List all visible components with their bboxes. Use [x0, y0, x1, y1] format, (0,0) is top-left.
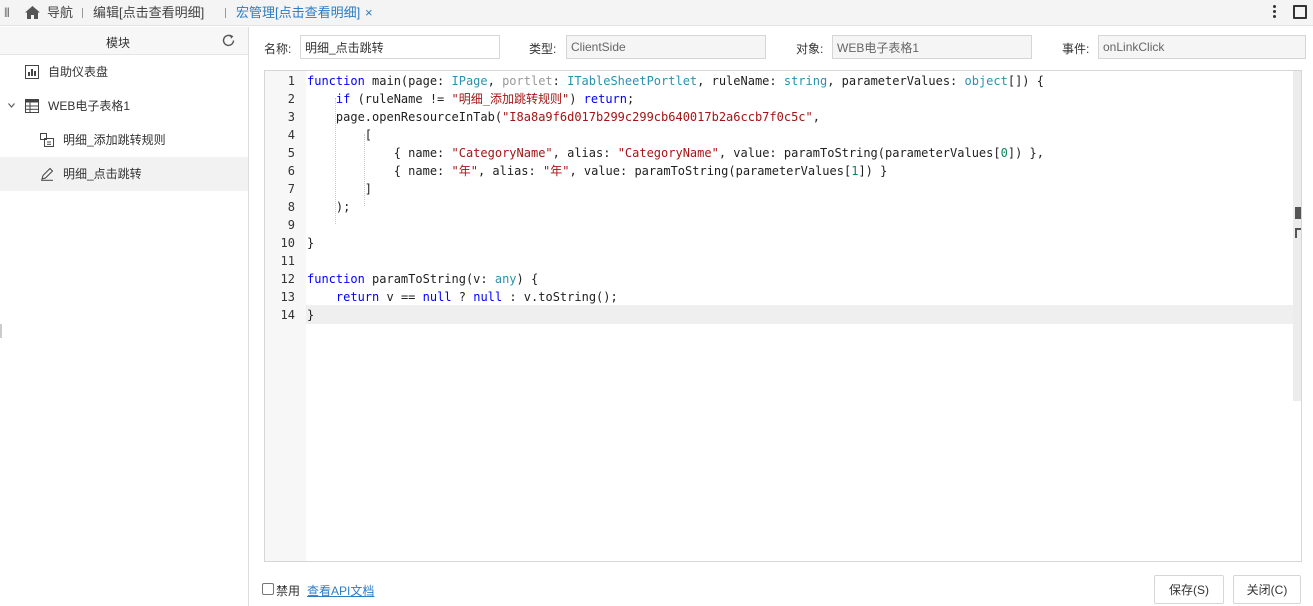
macro-edit-icon: [41, 167, 54, 181]
line-number: 6: [287, 164, 295, 178]
code-line[interactable]: }: [307, 306, 314, 324]
api-docs-link[interactable]: 查看API文档: [307, 582, 374, 599]
tree-item-label: 自助仪表盘: [48, 65, 109, 79]
line-number: 11: [280, 254, 295, 268]
tab-separator: [225, 8, 226, 18]
scrollbar-marker: [1295, 228, 1297, 238]
line-number: 8: [287, 200, 295, 214]
scrollbar-marker: [1295, 207, 1301, 219]
code-line[interactable]: }: [307, 234, 314, 252]
object-label: 对象:: [796, 42, 824, 56]
close-button[interactable]: 关闭(C): [1233, 575, 1301, 604]
tab-bar: ||| 导航 编辑[点击查看明细] 宏管理[点击查看明细] ×: [0, 0, 1313, 26]
code-editor[interactable]: 1 2 3 4 5 6 7 8 9 10 11 12 13 14 function main(page: …: [264, 70, 1302, 562]
line-number: 2: [287, 92, 295, 106]
module-sidebar: 模块 自助仪表盘 WEB电子表格1 明细_添加跳转规则 明细_点击跳转: [0, 27, 249, 606]
chevron-down-icon[interactable]: [8, 102, 15, 109]
line-number: 13: [280, 290, 295, 304]
home-icon[interactable]: [24, 5, 41, 20]
code-line[interactable]: page.openResourceInTab("I8a8a9f6d017b299…: [307, 108, 820, 126]
tree-item-dashboard[interactable]: 自助仪表盘: [0, 55, 248, 89]
code-line[interactable]: ]: [307, 180, 372, 198]
event-label: 事件:: [1062, 42, 1090, 56]
more-vertical-icon[interactable]: [1268, 4, 1280, 21]
module-icon: [40, 133, 54, 147]
name-label: 名称:: [264, 42, 292, 56]
sidebar-title: 模块: [105, 36, 130, 50]
object-field: [832, 35, 1032, 59]
line-number: 9: [287, 218, 295, 232]
tab-macro[interactable]: 宏管理[点击查看明细]: [236, 0, 360, 26]
disable-label: 禁用: [276, 584, 301, 598]
tree-item-label: 明细_添加跳转规则: [63, 133, 166, 147]
code-line[interactable]: { name: "CategoryName", alias: "Category…: [307, 144, 1044, 162]
disable-checkbox[interactable]: [262, 583, 274, 595]
maximize-icon[interactable]: [1293, 5, 1307, 19]
line-number: 1: [287, 74, 295, 88]
code-line[interactable]: [: [307, 126, 372, 144]
line-number: 5: [287, 146, 295, 160]
tree-item-add-jump-rule[interactable]: 明细_添加跳转规则: [0, 123, 248, 157]
current-line-highlight: [306, 305, 1301, 324]
line-number-gutter: 1 2 3 4 5 6 7 8 9 10 11 12 13 14: [265, 71, 306, 561]
tab-nav[interactable]: 导航: [47, 0, 73, 26]
code-line[interactable]: return v == null ? null : v.toString();: [307, 288, 618, 306]
type-field: [566, 35, 766, 59]
tree-item-label: WEB电子表格1: [48, 99, 131, 113]
code-line[interactable]: { name: "年", alias: "年", value: paramToS…: [307, 162, 888, 180]
tab-grip-icon[interactable]: |||: [4, 7, 10, 18]
refresh-icon[interactable]: [221, 33, 236, 48]
spreadsheet-icon: [25, 99, 39, 113]
tab-close-icon[interactable]: ×: [365, 0, 373, 26]
save-button[interactable]: 保存(S): [1154, 575, 1224, 604]
code-line[interactable]: function main(page: IPage, portlet: ITab…: [307, 72, 1044, 90]
tree-item-web-spreadsheet[interactable]: WEB电子表格1: [0, 89, 248, 123]
code-line[interactable]: );: [307, 198, 350, 216]
line-number: 12: [280, 272, 295, 286]
line-number: 14: [280, 308, 295, 322]
event-field: [1098, 35, 1306, 59]
tree-item-label: 明细_点击跳转: [63, 167, 142, 181]
dashboard-icon: [25, 65, 39, 79]
tab-edit[interactable]: 编辑[点击查看明细]: [93, 0, 204, 26]
type-label: 类型:: [529, 42, 557, 56]
tab-separator: [82, 8, 83, 18]
sidebar-resize-handle[interactable]: [0, 324, 2, 338]
name-input[interactable]: [300, 35, 500, 59]
line-number: 10: [280, 236, 295, 250]
line-number: 3: [287, 110, 295, 124]
line-number: 7: [287, 182, 295, 196]
tree-item-click-jump[interactable]: 明细_点击跳转: [0, 157, 248, 191]
sidebar-header: 模块: [0, 27, 248, 55]
code-line[interactable]: if (ruleName != "明细_添加跳转规则") return;: [307, 90, 634, 108]
code-line[interactable]: function paramToString(v: any) {: [307, 270, 538, 288]
line-number: 4: [287, 128, 295, 142]
